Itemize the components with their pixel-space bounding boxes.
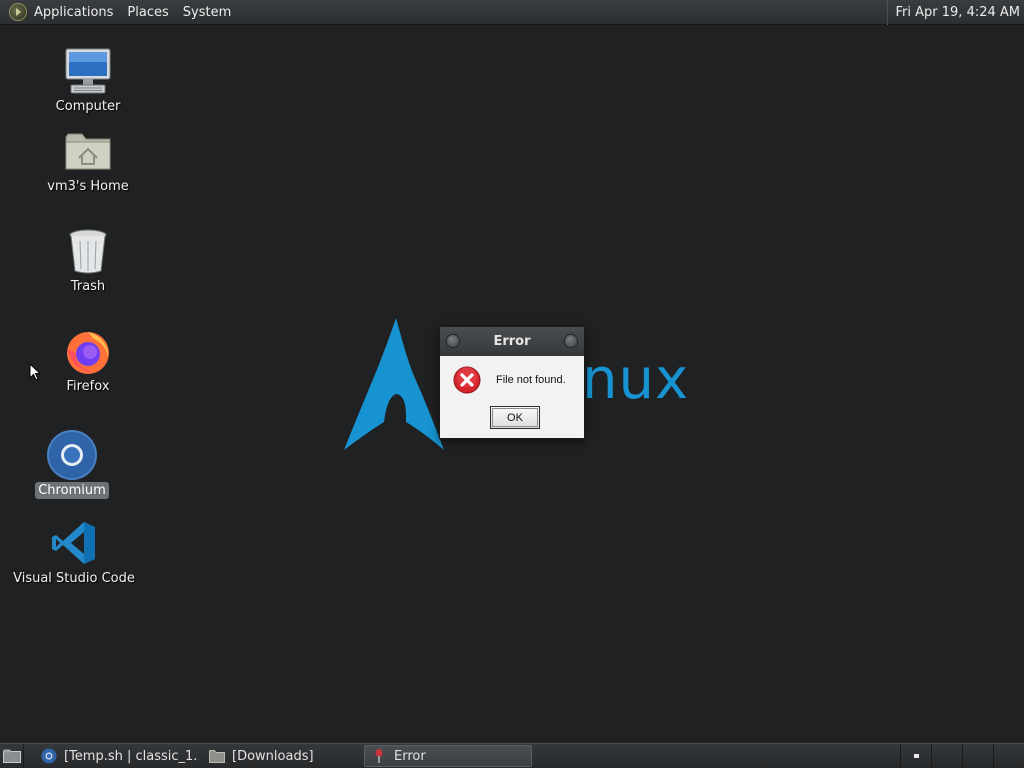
- arch-wordmark: nux: [582, 347, 690, 412]
- workspace-4[interactable]: [993, 744, 1024, 768]
- taskbar-item-downloads[interactable]: [Downloads]: [202, 745, 360, 767]
- dialog-body: File not found. OK: [440, 356, 584, 440]
- vscode-icon: [48, 517, 100, 569]
- workspace-window-preview: [913, 754, 919, 758]
- taskbar-item-label: [Downloads]: [232, 748, 314, 764]
- menu-applications[interactable]: Applications: [33, 0, 120, 25]
- mouse-pointer-icon: [29, 363, 41, 381]
- desktop-icon-label: Computer: [55, 99, 121, 114]
- close-button[interactable]: [564, 334, 578, 348]
- window-menu-button[interactable]: [446, 334, 460, 348]
- desktop-icon-label: vm3's Home: [47, 179, 129, 194]
- computer-icon: [62, 45, 114, 97]
- taskbar-item-error[interactable]: Error: [364, 745, 532, 767]
- desktop-icon-chromium[interactable]: Chromium: [8, 429, 136, 499]
- error-message: File not found.: [496, 374, 566, 386]
- taskbar-item-label: [Temp.sh | classic_1....: [64, 748, 200, 764]
- chromium-icon: [46, 429, 98, 481]
- error-icon: [453, 366, 481, 394]
- workspace-3[interactable]: [962, 744, 993, 768]
- show-desktop-button[interactable]: [0, 744, 24, 768]
- top-panel: Applications Places System Fri Apr 19, 4…: [0, 0, 1024, 25]
- ok-button[interactable]: OK: [490, 406, 540, 429]
- desktop-icon-vscode[interactable]: Visual Studio Code: [10, 517, 138, 587]
- error-dialog: Error File not found. OK: [439, 326, 585, 439]
- desktop-icon-computer[interactable]: Computer: [24, 45, 152, 115]
- clock[interactable]: Fri Apr 19, 4:24 AM: [886, 0, 1024, 25]
- taskbar-item-chromium[interactable]: [Temp.sh | classic_1....: [34, 745, 200, 767]
- dialog-title: Error: [493, 334, 531, 349]
- desktop-icon-label: Chromium: [35, 482, 109, 499]
- folder-icon: [209, 748, 225, 764]
- desktop-icon-label: Trash: [70, 279, 106, 294]
- bottom-taskbar: [Temp.sh | classic_1.... [Downloads] Err…: [0, 743, 1024, 768]
- desktop-icon-label: Firefox: [66, 379, 110, 394]
- trash-icon: [62, 225, 114, 277]
- taskbar-item-label: Error: [394, 748, 426, 764]
- firefox-icon: [62, 325, 114, 377]
- desktop-icon-firefox[interactable]: Firefox: [24, 325, 152, 395]
- desktop-icon-label: Visual Studio Code: [13, 571, 135, 586]
- menu-system[interactable]: System: [176, 0, 238, 25]
- mate-logo-icon[interactable]: [9, 3, 27, 21]
- workspace-2[interactable]: [931, 744, 962, 768]
- home-folder-icon: [62, 125, 114, 177]
- arch-trademark: ™: [677, 396, 683, 403]
- dialog-titlebar[interactable]: Error: [440, 327, 584, 356]
- workspace-switcher: [900, 744, 1024, 768]
- desktop-icon-trash[interactable]: Trash: [24, 225, 152, 295]
- menu-places[interactable]: Places: [120, 0, 175, 25]
- error-app-icon: [371, 748, 387, 764]
- workspace-1[interactable]: [900, 744, 931, 768]
- chromium-icon: [41, 748, 57, 764]
- show-desktop-icon: [2, 749, 21, 763]
- desktop-icon-home[interactable]: vm3's Home: [24, 125, 152, 195]
